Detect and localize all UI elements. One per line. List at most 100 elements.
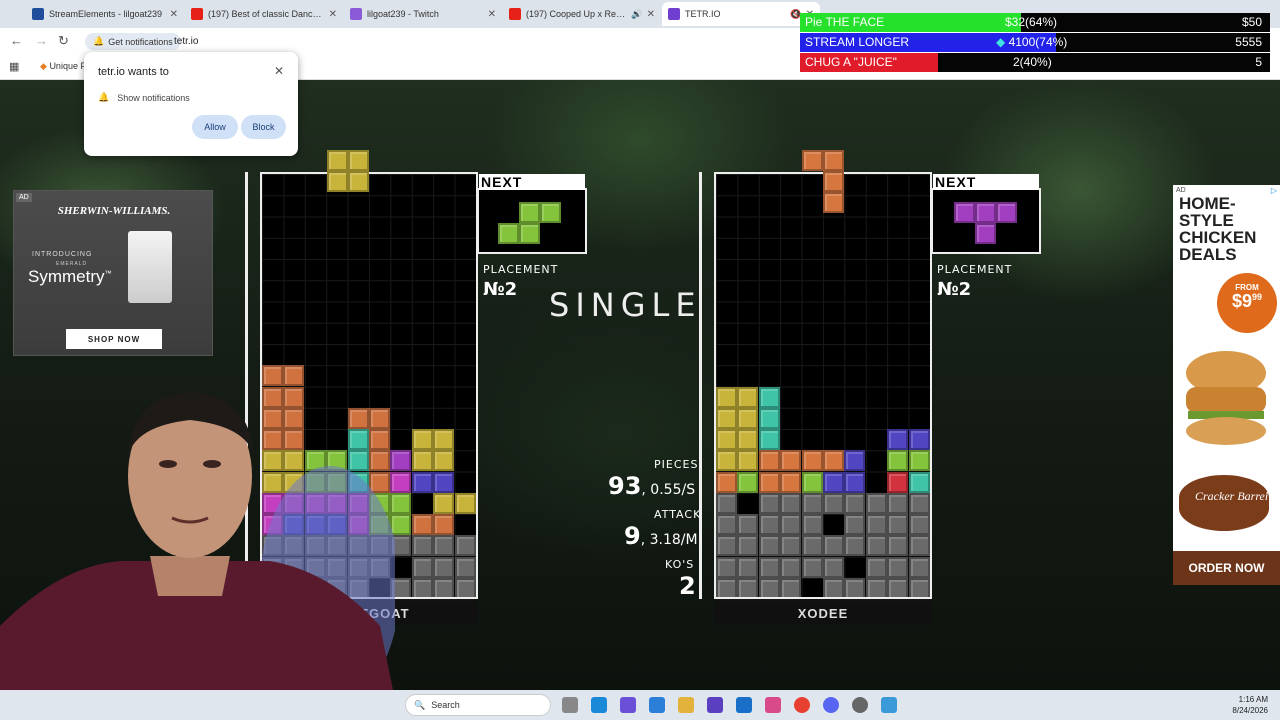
- board-cell: [887, 429, 909, 450]
- garbage-cell: [454, 577, 476, 597]
- block-button[interactable]: Block: [241, 115, 286, 139]
- next-piece-cell: [519, 223, 540, 244]
- discord-icon[interactable]: [823, 697, 839, 713]
- url-text[interactable]: tetr.io: [174, 36, 198, 47]
- tetrio-icon: [668, 8, 680, 20]
- clock-time: 1:16 AM: [1238, 695, 1268, 704]
- next-piece-cell: [498, 223, 519, 244]
- copilot-icon[interactable]: [620, 697, 636, 713]
- mail-icon[interactable]: [736, 697, 752, 713]
- board-cell: [411, 450, 433, 472]
- garbage-cell: [801, 556, 823, 578]
- task-view-icon[interactable]: [562, 697, 578, 713]
- shop-now-button[interactable]: SHOP NOW: [66, 329, 162, 349]
- edge-icon[interactable]: [591, 697, 607, 713]
- back-arrow-icon[interactable]: ←: [10, 33, 23, 48]
- board-cell: [433, 450, 455, 472]
- bookmark-item[interactable]: ◆ Unique F: [40, 61, 86, 72]
- popup-title: tetr.io wants to: [98, 66, 169, 78]
- board-cell: [716, 450, 737, 472]
- goal-row-stream-longer: STREAM LONGER ◆ 4100(74%) 5555: [800, 33, 1270, 52]
- gem-icon: ◆: [996, 35, 1006, 49]
- bell-icon: 🔔: [93, 36, 105, 46]
- close-icon[interactable]: ✕: [170, 9, 178, 20]
- tab-tetrio[interactable]: TETR.IO 🔇 ✕: [662, 2, 820, 26]
- garbage-cell: [865, 556, 887, 578]
- allow-button[interactable]: Allow: [192, 115, 238, 139]
- board-cell: [283, 365, 305, 387]
- garbage-cell: [758, 535, 780, 557]
- goal-row-pie-the-face: Pie THE FACE $32(64%) $50: [800, 13, 1270, 32]
- tab-streamelements[interactable]: StreamElements - lilgoat239 ✕: [26, 2, 184, 26]
- garbage-cell: [908, 492, 930, 514]
- board-cell: [411, 471, 433, 493]
- close-icon[interactable]: ✕: [647, 9, 655, 20]
- popup-row-label: Show notifications: [117, 92, 190, 103]
- player2-garbage-meter: [699, 172, 702, 599]
- board-cell: [737, 450, 759, 472]
- garbage-cell: [758, 577, 780, 597]
- garbage-cell: [865, 577, 887, 597]
- apps-grid-icon[interactable]: ▦: [9, 60, 19, 73]
- ad-brand: SHERWIN-WILLIAMS.: [57, 205, 171, 217]
- tab-label: (197) Cooped Up x Return o: [526, 9, 627, 19]
- board-cell: [433, 471, 455, 493]
- store-icon[interactable]: [649, 697, 665, 713]
- board-cell: [758, 407, 780, 429]
- tab-twitch[interactable]: lilgoat239 - Twitch ✕: [344, 2, 502, 26]
- get-notifications-chip[interactable]: 🔔 Get notifications: [85, 33, 181, 50]
- garbage-cell: [844, 535, 866, 557]
- board-cell: [758, 450, 780, 472]
- stream-goal-overlay: Pie THE FACE $32(64%) $50 STREAM LONGER …: [800, 13, 1270, 73]
- garbage-cell: [411, 535, 433, 557]
- next-piece-cell: [954, 202, 975, 223]
- forward-arrow-icon[interactable]: →: [35, 33, 48, 48]
- garbage-cell: [865, 492, 887, 514]
- falling-piece-cell: [348, 171, 369, 192]
- close-icon[interactable]: ✕: [329, 9, 337, 20]
- board-cell: [716, 386, 737, 408]
- board-cell: [737, 429, 759, 450]
- close-icon[interactable]: ✕: [274, 64, 284, 78]
- teams-icon[interactable]: [707, 697, 723, 713]
- garbage-cell: [887, 535, 909, 557]
- board-cell: [758, 429, 780, 450]
- price-dollars: $9: [1231, 291, 1252, 311]
- player1-placement-label: PLACEMENT: [483, 263, 559, 276]
- player2-next-queue: NEXT: [931, 174, 1041, 254]
- tab-label: StreamElements - lilgoat239: [49, 9, 163, 19]
- board-cell: [780, 471, 802, 493]
- garbage-cell: [823, 535, 844, 557]
- obs-icon[interactable]: [852, 697, 868, 713]
- price-badge: FROM $999: [1217, 273, 1277, 333]
- next-piece-cell: [519, 202, 540, 223]
- order-now-button[interactable]: ORDER NOW: [1173, 551, 1280, 585]
- reload-icon[interactable]: ↻: [58, 33, 69, 49]
- system-clock[interactable]: 1:16 AM 8/24/2026: [1232, 694, 1268, 716]
- garbage-cell: [887, 556, 909, 578]
- cracker-barrel-ad[interactable]: AD ▷ HOME-STYLE CHICKEN DEALS FROM $999 …: [1173, 185, 1280, 585]
- m365-icon[interactable]: [765, 697, 781, 713]
- garbage-cell: [758, 556, 780, 578]
- next-piece-cell: [996, 202, 1017, 223]
- garbage-cell: [716, 577, 737, 597]
- file-explorer-icon[interactable]: [678, 697, 694, 713]
- tab-youtube-cooped[interactable]: (197) Cooped Up x Return o 🔊 ✕: [503, 2, 661, 26]
- garbage-cell: [716, 535, 737, 557]
- taskbar-search[interactable]: 🔍 Search: [405, 694, 551, 716]
- sherwin-williams-ad[interactable]: AD SHERWIN-WILLIAMS. INTRODUCING EMERALD…: [13, 190, 213, 356]
- speaker-icon[interactable]: 🔊: [631, 9, 642, 20]
- chrome-icon[interactable]: [794, 697, 810, 713]
- player2-name: XODEE: [714, 601, 932, 625]
- get-notifications-label: Get notifications: [108, 36, 173, 47]
- pieces-per-second: , 0.55/S: [641, 482, 696, 498]
- player2-board: [714, 172, 932, 599]
- board-cell: [908, 450, 930, 472]
- garbage-cell: [865, 514, 887, 535]
- tab-youtube-dance[interactable]: (197) Best of classic Dance & H ✕: [185, 2, 343, 26]
- app-icon[interactable]: [881, 697, 897, 713]
- garbage-cell: [801, 492, 823, 514]
- goal-target: 5: [1255, 55, 1262, 69]
- close-icon[interactable]: ✕: [488, 9, 496, 20]
- ad-info-icon[interactable]: ▷: [1271, 186, 1277, 195]
